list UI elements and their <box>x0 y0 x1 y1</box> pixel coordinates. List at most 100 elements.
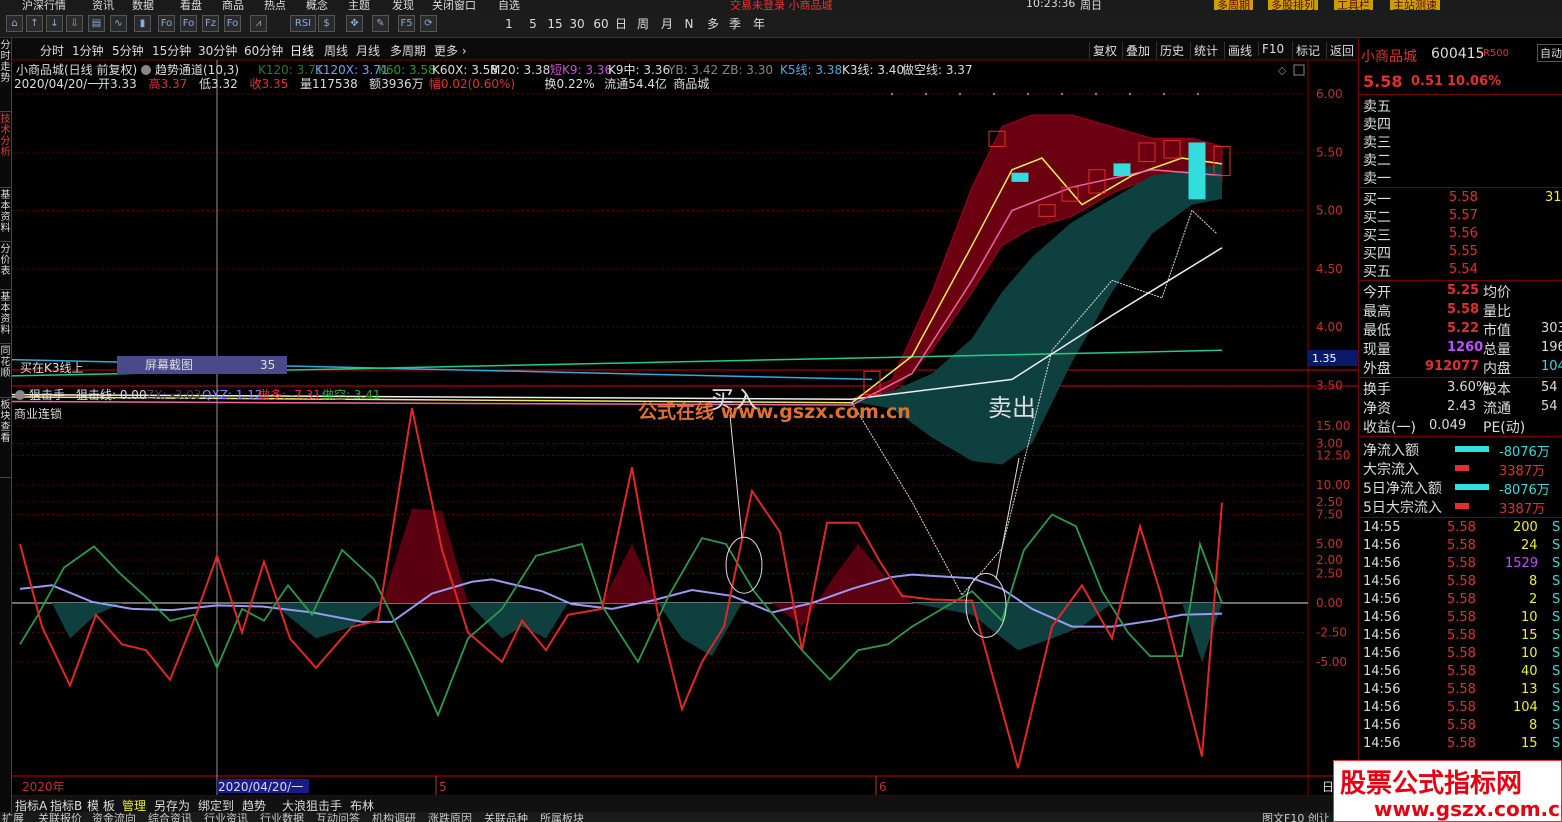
menu-item[interactable]: 资讯 <box>92 0 114 10</box>
toolbar-tab[interactable]: 多 <box>704 15 722 33</box>
f5-icon[interactable]: F5 <box>398 15 415 32</box>
f10-icon[interactable]: Fo <box>158 15 175 32</box>
extension-tab[interactable]: 扩展 <box>2 812 24 822</box>
candlestick <box>1011 172 1029 182</box>
candle-icon[interactable]: ▮ <box>134 15 151 32</box>
menu-item[interactable]: 沪深行情 <box>22 0 66 10</box>
extension-tab[interactable]: 机构调研 <box>372 812 416 822</box>
period-tab[interactable]: 15分钟 <box>152 42 191 59</box>
tick-volume: 40 <box>1521 664 1538 679</box>
chart-tool-button[interactable]: 标记 <box>1292 42 1320 59</box>
extension-tab[interactable]: 涨跌原因 <box>428 812 472 822</box>
period-tab[interactable]: 月线 <box>356 42 380 59</box>
chart-icon[interactable]: ∿ <box>110 15 127 32</box>
period-tab[interactable]: 1分钟 <box>72 42 104 59</box>
period-tab[interactable]: 多周期 <box>390 42 426 59</box>
menu-item[interactable]: 商品 <box>222 0 244 10</box>
menu-item[interactable]: 关闭窗口 <box>432 0 476 10</box>
chart-tool-button[interactable]: 复权 <box>1089 42 1117 59</box>
f10-icon[interactable]: Fo <box>180 15 197 32</box>
f10-link[interactable]: 图文F10 创让 <box>1262 812 1330 822</box>
flow-label: 大宗流入 <box>1363 462 1419 478</box>
extension-tab[interactable]: 行业数据 <box>260 812 304 822</box>
left-tab[interactable]: 基本资料 <box>0 290 11 344</box>
menu-item[interactable]: 主题 <box>348 0 370 10</box>
tick-time: 14:56 <box>1363 682 1401 697</box>
toolbar-tab[interactable]: 日 <box>612 15 630 33</box>
site-watermark: 公式在线 www.gszx.com.cn <box>638 400 911 423</box>
home-icon[interactable]: ⌂ <box>6 15 23 32</box>
menu-item[interactable]: 发现 <box>392 0 414 10</box>
menu-right-button[interactable]: 多股排列 <box>1268 0 1318 10</box>
toolbar-tab[interactable]: 季 <box>726 15 744 33</box>
period-tab[interactable]: 5分钟 <box>112 42 144 59</box>
menu-right-button[interactable]: 工具栏 <box>1334 0 1373 10</box>
toolbar-period-button[interactable]: 5 <box>524 15 542 33</box>
menu-item[interactable]: 自选 <box>498 0 520 10</box>
extension-tab[interactable]: 关联品种 <box>484 812 528 822</box>
extension-tab[interactable]: 资金流向 <box>92 812 136 822</box>
f10-icon[interactable]: Fo <box>224 15 241 32</box>
extension-tab[interactable]: 综合资讯 <box>148 812 192 822</box>
period-tab[interactable]: 日线 <box>290 42 314 59</box>
left-tab[interactable]: 技术分析 <box>0 112 11 188</box>
main-indicator-value: M20: 3.38 <box>490 63 550 77</box>
chart-icon[interactable]: ⩘ <box>250 15 267 32</box>
money-icon[interactable]: $ <box>318 15 335 32</box>
chart-tool-button[interactable]: 返回 <box>1326 42 1354 59</box>
rsi-icon[interactable]: RSI <box>290 15 316 32</box>
extension-tab[interactable]: 关联报价 <box>38 812 82 822</box>
tick-time: 14:56 <box>1363 718 1401 733</box>
toolbar-period-button[interactable]: 30 <box>568 15 586 33</box>
period-tab[interactable]: 更多 › <box>434 42 467 59</box>
list-icon[interactable]: ▤ <box>88 15 105 32</box>
forward-icon[interactable]: ↓ <box>46 15 63 32</box>
toolbar-period-button[interactable]: 60 <box>592 15 610 33</box>
stat-label: 股本 <box>1483 382 1511 398</box>
toolbar-period-button[interactable]: 15 <box>546 15 564 33</box>
refresh-icon[interactable]: ⟳ <box>420 15 437 32</box>
menu-item[interactable]: 看盘 <box>180 0 202 10</box>
f10-icon[interactable]: Fz <box>202 15 219 32</box>
chart-tool-button[interactable]: 画线 <box>1224 42 1252 59</box>
menu-item[interactable]: 热点 <box>264 0 286 10</box>
download-icon[interactable]: ⇩ <box>66 15 83 32</box>
extension-tab[interactable]: 所属板块 <box>540 812 584 822</box>
buy-level-price: 5.54 <box>1449 262 1478 277</box>
chart-tool-button[interactable]: 叠加 <box>1122 42 1150 59</box>
left-tab[interactable]: 同花顺 <box>0 344 11 398</box>
toolbar-tab[interactable]: 年 <box>750 15 768 33</box>
menu-right-button[interactable]: 多周期 <box>1214 0 1253 10</box>
time-axis-month: 5 <box>439 780 447 794</box>
left-tab[interactable]: 基本资料 <box>0 188 11 242</box>
toolbar-period-button[interactable]: 1 <box>500 15 518 33</box>
menu-item[interactable]: 数据 <box>132 0 154 10</box>
period-tab[interactable]: 60分钟 <box>244 42 283 59</box>
left-tab[interactable]: 分时走势 <box>0 38 11 112</box>
menu-item[interactable]: 概念 <box>306 0 328 10</box>
toolbar-tab[interactable]: 月 <box>658 15 676 33</box>
pen-icon[interactable]: ✎ <box>372 15 389 32</box>
extension-tab[interactable]: 行业资讯 <box>204 812 248 822</box>
auto-button[interactable]: 自动 <box>1537 44 1562 62</box>
divider <box>1359 187 1562 188</box>
menu-right-button[interactable]: 主站测速 <box>1390 0 1440 10</box>
period-tab[interactable]: 30分钟 <box>198 42 237 59</box>
back-icon[interactable]: ↑ <box>26 15 43 32</box>
tick-price: 5.58 <box>1447 736 1476 751</box>
tick-time: 14:55 <box>1363 520 1401 535</box>
move-icon[interactable]: ✥ <box>346 15 363 32</box>
toolbar-tab[interactable]: N <box>680 15 698 33</box>
chart-tool-button[interactable]: 历史 <box>1156 42 1184 59</box>
period-tab[interactable]: 周线 <box>324 42 348 59</box>
toolbar-tab[interactable]: 周 <box>634 15 652 33</box>
sub-axis-label: 7.50 <box>1316 508 1343 522</box>
chart-tool-button[interactable]: F10 <box>1258 42 1284 56</box>
left-tab[interactable]: 分价表 <box>0 242 11 290</box>
extension-tab[interactable]: 互动问答 <box>316 812 360 822</box>
chart-tool-button[interactable]: 统计 <box>1190 42 1218 59</box>
left-tab[interactable]: 板块查看 <box>0 398 11 478</box>
chart-area[interactable]: 6.005.505.004.504.003.503.002.502.0015.0… <box>12 60 1358 795</box>
flow-label: 5日大宗流入 <box>1363 500 1442 516</box>
period-tab[interactable]: 分时 <box>40 42 64 59</box>
